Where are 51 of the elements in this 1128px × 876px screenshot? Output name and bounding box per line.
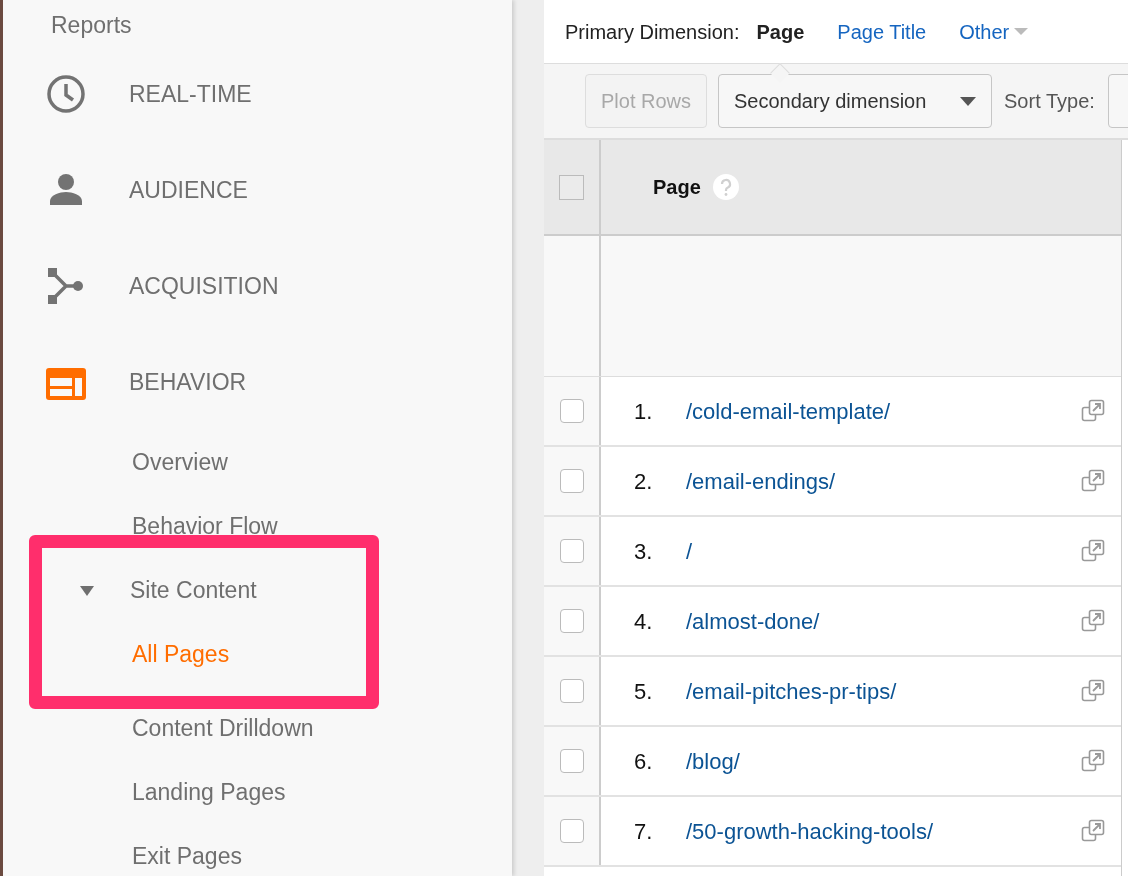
- row-number: 2.: [634, 467, 654, 496]
- checkbox[interactable]: [559, 679, 584, 703]
- row-number: 5.: [634, 677, 654, 706]
- sort-type-label: Sort Type:: [1004, 89, 1095, 114]
- caret-icon: [960, 96, 977, 106]
- page-link[interactable]: /: [686, 534, 1081, 568]
- nav-item[interactable]: Content Drilldown: [132, 710, 314, 746]
- nav-item[interactable]: Behavior Flow: [132, 508, 278, 544]
- open-in-new-window-icon[interactable]: [1081, 469, 1105, 493]
- checkbox[interactable]: [559, 749, 584, 773]
- nav-item[interactable]: Site Content: [130, 572, 257, 608]
- page-link[interactable]: /almost-done/: [686, 604, 1081, 638]
- secondary-dimension-dropdown[interactable]: Secondary dimension: [718, 74, 993, 128]
- nav-item[interactable]: ACQUISITION: [129, 268, 279, 304]
- dimension-link[interactable]: Page Title: [837, 16, 927, 47]
- row-number: 7.: [634, 817, 654, 846]
- checkbox[interactable]: [559, 174, 584, 200]
- nav-item[interactable]: AUDIENCE: [129, 172, 248, 208]
- open-in-new-window-icon[interactable]: [1081, 819, 1105, 843]
- help-icon[interactable]: [711, 173, 740, 201]
- caret-down-icon[interactable]: [80, 583, 94, 597]
- dimension-link[interactable]: Other: [959, 16, 1029, 47]
- open-in-new-window-icon[interactable]: [1081, 399, 1105, 423]
- row-number: 3.: [634, 537, 654, 566]
- column-header[interactable]: Page: [653, 172, 701, 202]
- nav-item[interactable]: REAL-TIME: [129, 76, 252, 112]
- checkbox[interactable]: [559, 399, 584, 423]
- nav-item[interactable]: Exit Pages: [132, 838, 242, 874]
- open-in-new-window-icon[interactable]: [1081, 749, 1105, 773]
- checkbox[interactable]: [559, 469, 584, 493]
- checkbox[interactable]: [559, 539, 584, 563]
- nav-item[interactable]: Landing Pages: [132, 774, 286, 810]
- page-link[interactable]: /email-endings/: [686, 464, 1081, 498]
- page-link[interactable]: /blog/: [686, 744, 1081, 778]
- caret-icon: [1014, 27, 1029, 36]
- row-number: 6.: [634, 747, 654, 776]
- heading: Reports: [50, 11, 133, 40]
- nav-item[interactable]: BEHAVIOR: [129, 364, 247, 400]
- open-in-new-window-icon[interactable]: [1081, 679, 1105, 703]
- dimension-label: Primary Dimension:: [565, 19, 740, 45]
- open-in-new-window-icon[interactable]: [1081, 539, 1105, 563]
- page-link[interactable]: /cold-email-template/: [686, 394, 1081, 428]
- checkbox[interactable]: [559, 609, 584, 633]
- dimension-link[interactable]: Page: [756, 16, 805, 47]
- page-link[interactable]: /50-growth-hacking-tools/: [686, 814, 1081, 848]
- checkbox[interactable]: [559, 819, 584, 843]
- page-link[interactable]: /email-pitches-pr-tips/: [686, 674, 1081, 708]
- row-number: 1.: [634, 397, 654, 426]
- row-number: 4.: [634, 607, 654, 636]
- nav-item[interactable]: Overview: [132, 444, 228, 480]
- open-in-new-window-icon[interactable]: [1081, 609, 1105, 633]
